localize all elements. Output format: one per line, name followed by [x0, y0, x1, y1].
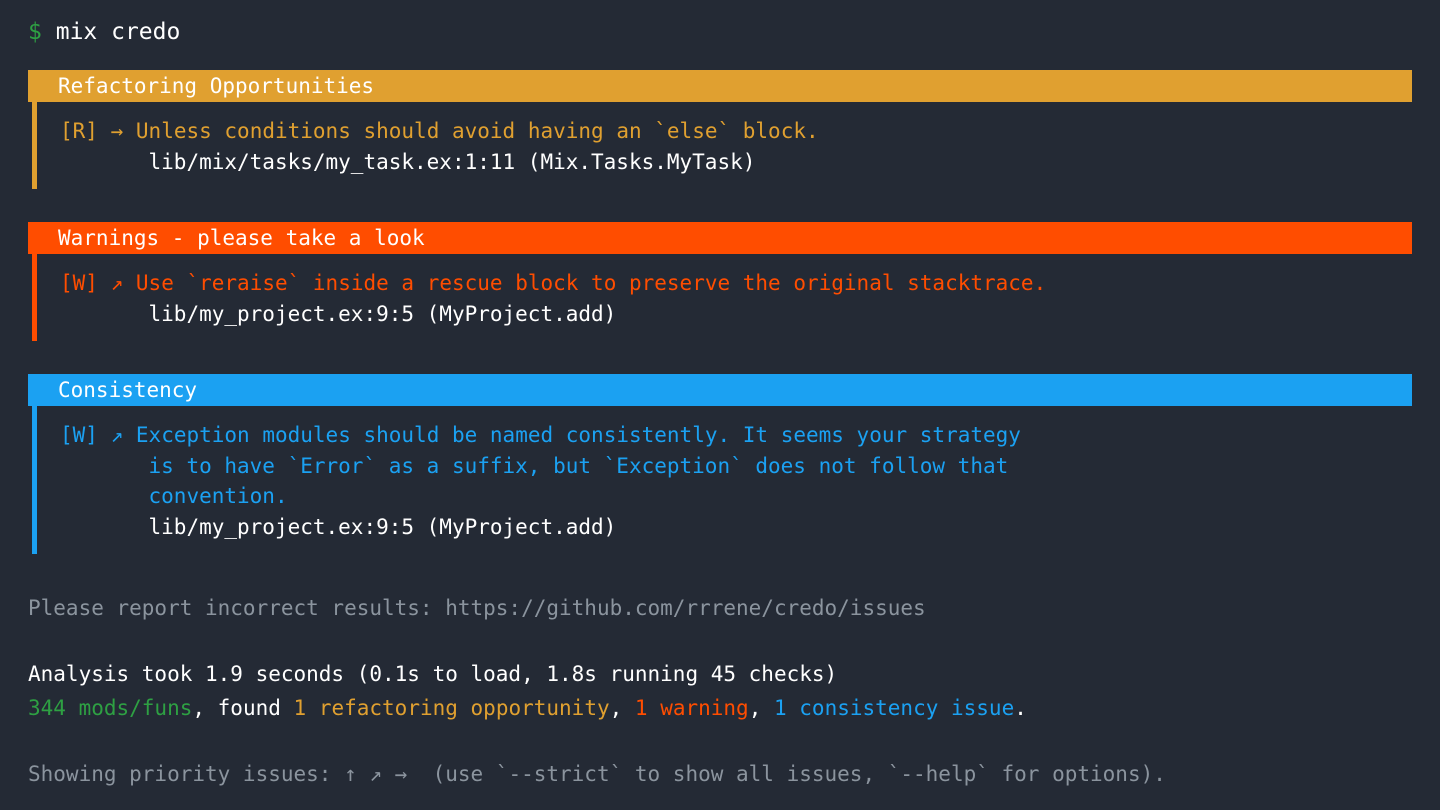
issue-message: Exception modules should be named consis… [136, 423, 1021, 447]
issue-location-row[interactable]: lib/my_project.ex:9:5 (MyProject.add) [60, 512, 1412, 543]
issue-space-1 [98, 119, 111, 143]
priority-suffix-text: (use `--strict` to show all issues, `--h… [407, 762, 1166, 786]
priority-prefix-text: Showing priority issues: [28, 762, 344, 786]
issue-location-row[interactable]: lib/my_project.ex:9:5 (MyProject.add) [60, 299, 1412, 330]
issue-tag: [W] [60, 423, 98, 447]
northeast-arrow-icon: ↗ [111, 423, 124, 447]
issue-message: Use `reraise` inside a rescue block to p… [136, 271, 1046, 295]
analysis-time-text: Analysis took 1.9 seconds (0.1s to load,… [28, 662, 837, 686]
group-body: [W] ↗ Exception modules should be named … [28, 406, 1412, 554]
mods-funs-count: 344 mods/funs [28, 696, 192, 720]
issue-row[interactable]: [W] ↗ Exception modules should be named … [60, 420, 1412, 451]
issue-indent [60, 302, 149, 326]
issue-tag: [W] [60, 271, 98, 295]
report-issues-line: Please report incorrect results: https:/… [28, 593, 926, 623]
warning-count: 1 warning [635, 696, 749, 720]
group-refactoring-opportunities: Refactoring Opportunities [R] → Unless c… [28, 70, 1412, 189]
priority-issues-line: Showing priority issues: ↑ ↗ → (use `--s… [28, 759, 1166, 789]
issue-tag: [R] [60, 119, 98, 143]
prompt-symbol: $ [28, 19, 42, 45]
group-left-rule [32, 102, 37, 189]
consistency-count: 1 consistency issue [774, 696, 1014, 720]
summary-found-label: , found [192, 696, 293, 720]
summary-line: 344 mods/funs, found 1 refactoring oppor… [28, 693, 1027, 723]
issue-message-line-3: convention. [149, 484, 288, 508]
summary-sep-1: , [610, 696, 635, 720]
issue-space-2 [123, 423, 136, 447]
group-title: Warnings - please take a look [58, 223, 425, 253]
analysis-time-line: Analysis took 1.9 seconds (0.1s to load,… [28, 659, 837, 689]
shell-prompt-line: $ mix credo [28, 17, 180, 47]
issue-space-2 [123, 119, 136, 143]
right-arrow-icon: → [111, 119, 124, 143]
issue-space-1 [98, 423, 111, 447]
issue-location-row[interactable]: lib/mix/tasks/my_task.ex:1:11 (Mix.Tasks… [60, 147, 1412, 178]
issue-message-continuation: convention. [60, 481, 1412, 512]
group-body: [W] ↗ Use `reraise` inside a rescue bloc… [28, 254, 1412, 341]
group-header-bar: Refactoring Opportunities [28, 70, 1412, 102]
group-title: Refactoring Opportunities [58, 71, 374, 101]
issue-location: lib/my_project.ex:9:5 (MyProject.add) [149, 515, 617, 539]
group-left-rule [32, 406, 37, 554]
group-header-bar: Consistency [28, 374, 1412, 406]
issue-indent [60, 515, 149, 539]
group-header-bar: Warnings - please take a look [28, 222, 1412, 254]
issue-message-continuation: is to have `Error` as a suffix, but `Exc… [60, 451, 1412, 482]
issue-indent [60, 484, 149, 508]
northeast-arrow-icon: ↗ [111, 271, 124, 295]
issue-indent [60, 150, 149, 174]
prompt-space [42, 19, 56, 45]
issue-location: lib/mix/tasks/my_task.ex:1:11 (Mix.Tasks… [149, 150, 756, 174]
group-warnings: Warnings - please take a look [W] ↗ Use … [28, 222, 1412, 341]
summary-sep-2: , [749, 696, 774, 720]
priority-arrows-icon: ↑ ↗ → [344, 762, 407, 786]
group-consistency: Consistency [W] ↗ Exception modules shou… [28, 374, 1412, 554]
prompt-command: mix credo [56, 19, 181, 45]
issue-row[interactable]: [R] → Unless conditions should avoid hav… [60, 116, 1412, 147]
issue-space-2 [123, 271, 136, 295]
refactoring-count: 1 refactoring opportunity [294, 696, 610, 720]
terminal-window: $ mix credo Refactoring Opportunities [R… [0, 0, 1440, 810]
summary-period: . [1014, 696, 1027, 720]
group-title: Consistency [58, 375, 197, 405]
report-issues-text: Please report incorrect results: https:/… [28, 596, 926, 620]
issue-indent [60, 454, 149, 478]
issue-row[interactable]: [W] ↗ Use `reraise` inside a rescue bloc… [60, 268, 1412, 299]
issue-message: Unless conditions should avoid having an… [136, 119, 819, 143]
issue-space-1 [98, 271, 111, 295]
issue-message-line-2: is to have `Error` as a suffix, but `Exc… [149, 454, 1009, 478]
group-body: [R] → Unless conditions should avoid hav… [28, 102, 1412, 189]
group-left-rule [32, 254, 37, 341]
issue-location: lib/my_project.ex:9:5 (MyProject.add) [149, 302, 617, 326]
